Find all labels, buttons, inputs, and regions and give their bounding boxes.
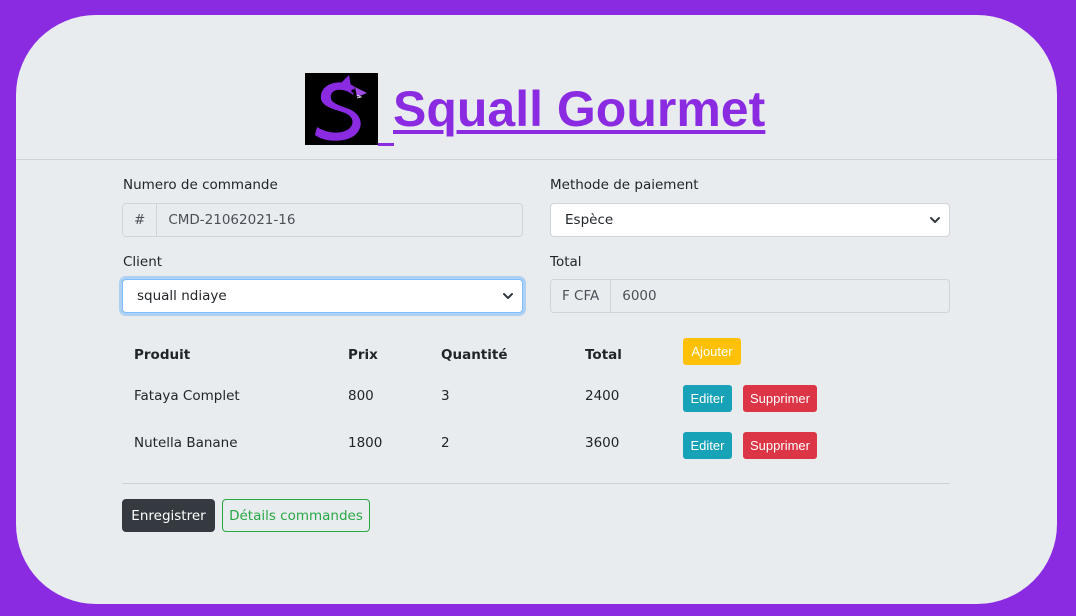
hash-prefix: #	[123, 204, 158, 236]
table-row-product: Nutella Banane	[134, 435, 238, 451]
order-number-label: Numero de commande	[123, 177, 278, 193]
payment-method-select[interactable]: Espèce	[550, 203, 950, 237]
table-row-price: 1800	[348, 435, 383, 451]
edit-button[interactable]: Editer	[683, 385, 732, 412]
shark-s-logo-icon	[305, 73, 378, 145]
delete-button[interactable]: Supprimer	[743, 432, 817, 459]
order-number-value: CMD-21062021-16	[168, 212, 296, 228]
payment-method-label: Methode de paiement	[550, 177, 699, 193]
order-details-button[interactable]: Détails commandes	[222, 499, 370, 532]
chevron-down-icon	[930, 217, 940, 223]
edit-button[interactable]: Editer	[683, 432, 732, 459]
column-header-product: Produit	[134, 347, 191, 363]
main-card: Squall Gourmet Numero de commande # CMD-…	[16, 15, 1057, 604]
client-select[interactable]: squall ndiaye	[122, 279, 523, 313]
save-button[interactable]: Enregistrer	[122, 499, 215, 532]
table-row-quantity: 3	[441, 388, 450, 404]
payment-method-value: Espèce	[565, 212, 614, 228]
table-row-total: 2400	[585, 388, 620, 404]
divider	[122, 483, 950, 484]
table-row-product: Fataya Complet	[134, 388, 240, 404]
column-header-price: Prix	[348, 347, 378, 363]
client-value: squall ndiaye	[137, 288, 227, 304]
client-label: Client	[123, 254, 163, 270]
brand-name[interactable]: Squall Gourmet	[393, 84, 765, 134]
total-value: 6000	[622, 288, 657, 304]
table-row-total: 3600	[585, 435, 620, 451]
total-field: F CFA 6000	[550, 279, 950, 313]
brand-underline-lead	[378, 143, 394, 146]
delete-button[interactable]: Supprimer	[743, 385, 817, 412]
total-label: Total	[550, 254, 582, 270]
chevron-down-icon	[503, 293, 513, 299]
table-row-price: 800	[348, 388, 374, 404]
table-row-quantity: 2	[441, 435, 450, 451]
page-header: Squall Gourmet	[16, 15, 1057, 160]
add-product-button[interactable]: Ajouter	[683, 338, 741, 365]
order-number-field: # CMD-21062021-16	[122, 203, 523, 237]
column-header-total: Total	[585, 347, 622, 363]
brand-link[interactable]: Squall Gourmet	[305, 73, 765, 146]
currency-prefix: F CFA	[551, 280, 612, 312]
column-header-quantity: Quantité	[441, 347, 508, 363]
